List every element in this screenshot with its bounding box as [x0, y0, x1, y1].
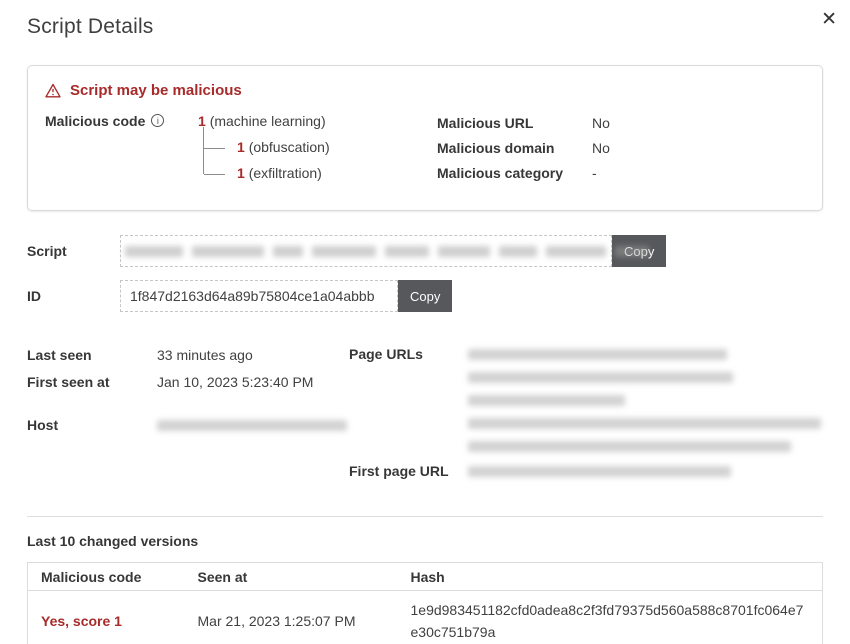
malicious-alert-panel: Script may be malicious Malicious code i…: [27, 65, 823, 211]
column-header-seen-at: Seen at: [185, 563, 398, 591]
section-divider: [27, 516, 823, 517]
id-row: ID 1f847d2163d64a89b75804ce1a04abbb Copy: [27, 280, 823, 312]
redacted-page-urls: [468, 346, 821, 452]
last-seen-value: 33 minutes ago: [157, 347, 253, 363]
script-details-modal: Script Details ✕ Script may be malicious…: [0, 0, 850, 644]
page-title: Script Details: [27, 15, 823, 39]
table-row: Yes, score 1 Mar 21, 2023 1:25:07 PM 1e9…: [28, 591, 823, 644]
host-row: Host: [27, 416, 349, 434]
warning-triangle-icon: [45, 83, 61, 98]
script-id-value: 1f847d2163d64a89b75804ce1a04abbb: [120, 280, 398, 312]
script-value-redacted: [120, 235, 612, 267]
copy-id-button[interactable]: Copy: [398, 280, 452, 312]
close-icon[interactable]: ✕: [821, 10, 837, 29]
first-seen-row: First seen at Jan 10, 2023 5:23:40 PM: [27, 373, 349, 391]
malicious-code-label: Malicious code: [45, 113, 145, 129]
tree-root: 1 (machine learning): [198, 113, 330, 129]
first-seen-value: Jan 10, 2023 5:23:40 PM: [157, 374, 313, 390]
versions-table: Malicious code Seen at Hash Yes, score 1…: [27, 562, 823, 644]
last-seen-row: Last seen 33 minutes ago: [27, 346, 349, 364]
page-urls-row: Page URLs: [349, 346, 823, 452]
versions-heading: Last 10 changed versions: [27, 533, 823, 549]
column-header-hash: Hash: [398, 563, 823, 591]
malicious-url-row: Malicious URL No: [437, 115, 610, 131]
tree-child-exfiltration: 1 (exfiltration): [203, 165, 330, 181]
redacted-first-page-url: [468, 466, 731, 477]
script-row: Script Copy: [27, 235, 823, 267]
malicious-code-cell: Yes, score 1: [28, 591, 185, 644]
column-header-malicious-code: Malicious code: [28, 563, 185, 591]
first-page-url-row: First page URL: [349, 462, 823, 480]
redacted-text: [125, 246, 607, 257]
malicious-category-row: Malicious category -: [437, 165, 610, 181]
id-label: ID: [27, 288, 120, 304]
table-header-row: Malicious code Seen at Hash: [28, 563, 823, 591]
alert-title: Script may be malicious: [70, 82, 242, 99]
malicious-domain-row: Malicious domain No: [437, 140, 610, 156]
malicious-url-value: No: [592, 115, 610, 131]
info-icon[interactable]: i: [151, 114, 164, 127]
hash-cell: 1e9d983451182cfd0adea8c2f3fd79375d560a58…: [398, 591, 823, 644]
redacted-host: [157, 420, 347, 431]
details-section: Last seen 33 minutes ago First seen at J…: [27, 346, 823, 489]
tree-child-obfuscation: 1 (obfuscation): [203, 139, 330, 155]
seen-at-cell: Mar 21, 2023 1:25:07 PM: [185, 591, 398, 644]
malicious-category-value: -: [592, 165, 597, 181]
malicious-code-tree: 1 (machine learning) 1 (obfuscation) 1 (…: [198, 113, 330, 190]
script-label: Script: [27, 243, 120, 259]
malicious-domain-value: No: [592, 140, 610, 156]
